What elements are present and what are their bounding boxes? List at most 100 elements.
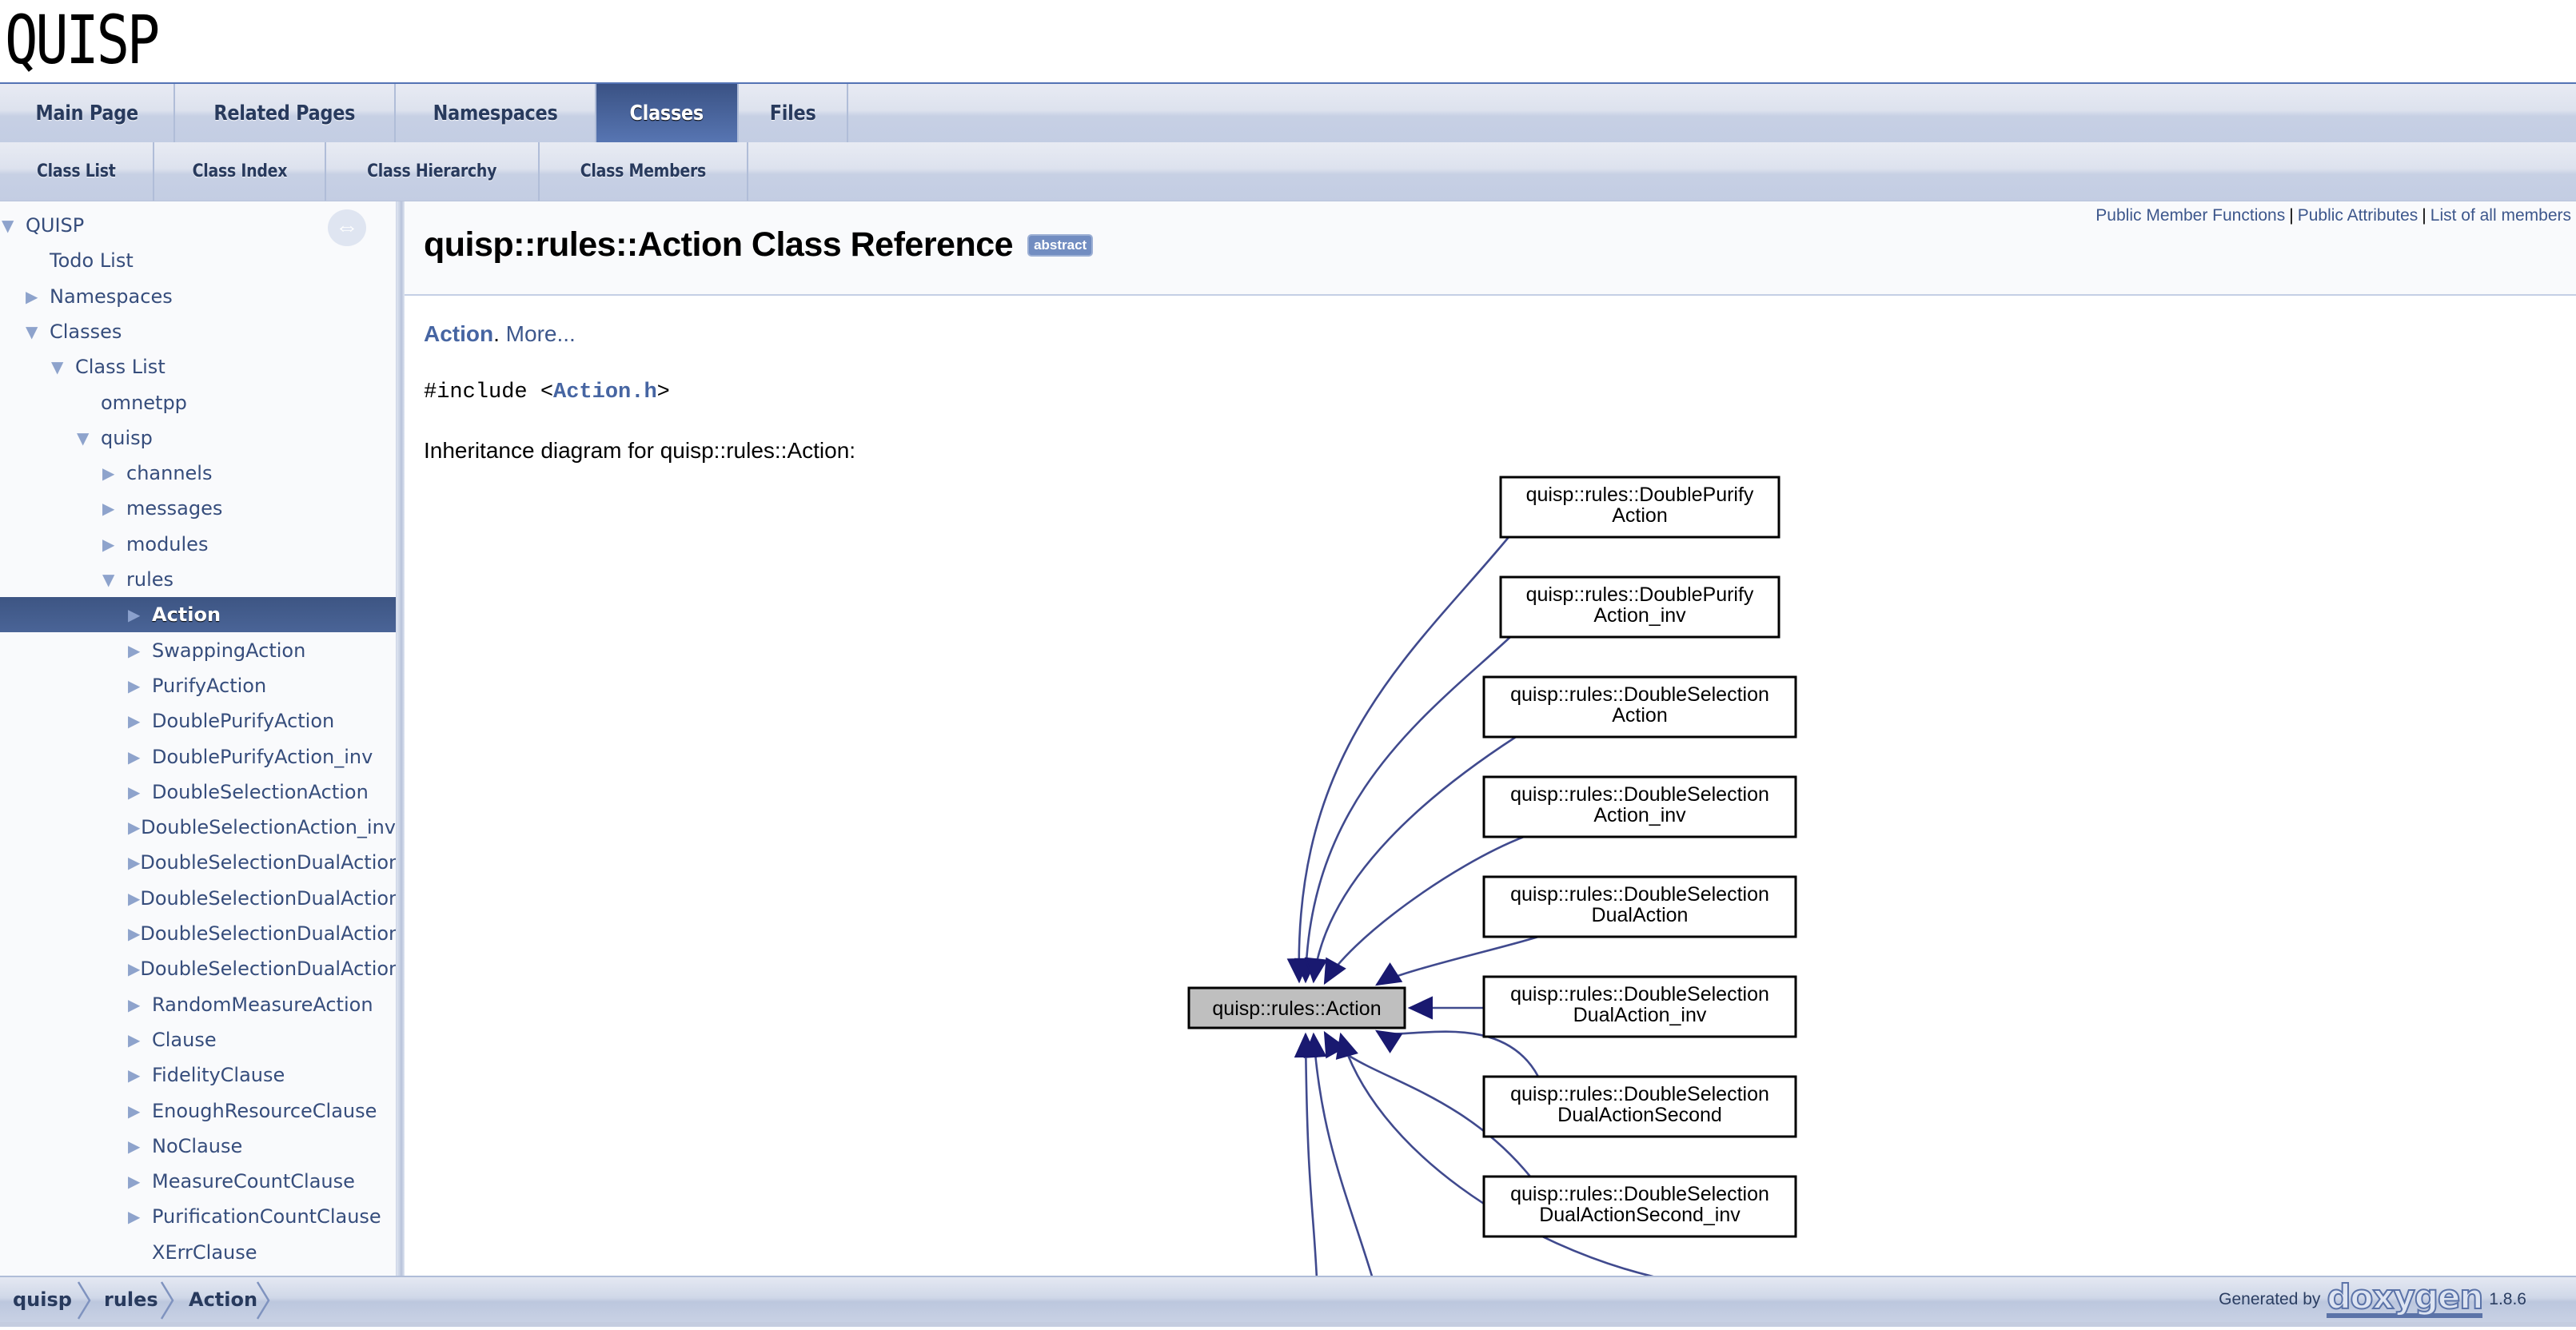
diagram-node-label: DualAction: [1592, 904, 1689, 926]
expanded-arrow-icon[interactable]: ▼: [2, 216, 26, 235]
tree-item-messages[interactable]: ▶ messages: [0, 491, 396, 526]
collapsed-arrow-icon[interactable]: ▶: [128, 1172, 152, 1191]
tree-item-channels[interactable]: ▶ channels: [0, 456, 396, 491]
tree-item-class list[interactable]: ▼ Class List: [0, 349, 396, 384]
diagram-node-derived[interactable]: quisp::rules::DoubleSelectionDualAction: [1482, 875, 1797, 938]
diagram-node-derived[interactable]: quisp::rules::DoubleSelectionDualActionS…: [1482, 1175, 1797, 1238]
tree-item-doubleselectiondualaction[interactable]: ▶ DoubleSelectionDualAction: [0, 951, 396, 986]
collapsed-arrow-icon[interactable]: ▶: [128, 1101, 152, 1121]
subtab-class-index[interactable]: Class Index: [154, 142, 327, 201]
breadcrumb-item-rules[interactable]: rules: [104, 1277, 158, 1322]
tree-item-modules[interactable]: ▶ modules: [0, 527, 396, 562]
tab-files[interactable]: Files: [739, 84, 848, 142]
tree-item-doublepurifyaction_inv[interactable]: ▶ DoublePurifyAction_inv: [0, 739, 396, 775]
collapsed-arrow-icon[interactable]: ▶: [128, 995, 152, 1014]
diagram-node-label: Action_inv: [1593, 804, 1686, 826]
collapsed-arrow-icon[interactable]: ▶: [128, 924, 140, 943]
tree-item-action[interactable]: ▶ Action: [0, 597, 396, 633]
tree-item-purificationcountclause[interactable]: ▶ PurificationCountClause: [0, 1199, 396, 1234]
collapsed-arrow-icon[interactable]: ▶: [128, 605, 152, 624]
inheritance-arrowhead: [1374, 1029, 1403, 1053]
tree-item-noclause[interactable]: ▶ NoClause: [0, 1129, 396, 1164]
tree-item-fidelityclause[interactable]: ▶ FidelityClause: [0, 1057, 396, 1093]
collapsed-arrow-icon[interactable]: ▶: [128, 1207, 152, 1226]
tree-item-quisp[interactable]: ▼ quisp: [0, 420, 396, 456]
tree-item-enoughresourceclause[interactable]: ▶ EnoughResourceClause: [0, 1093, 396, 1129]
diagram-node-label: DualActionSecond_inv: [1539, 1204, 1741, 1226]
tab-classes[interactable]: Classes: [596, 84, 739, 142]
diagram-node-derived[interactable]: quisp::rules::DoubleSelectionDualActionS…: [1482, 1075, 1797, 1138]
tree-item-doublepurifyaction[interactable]: ▶ DoublePurifyAction: [0, 703, 396, 739]
tree-item-doubleselectiondualaction[interactable]: ▶ DoubleSelectionDualAction: [0, 845, 396, 880]
collapsed-arrow-icon[interactable]: ▶: [128, 1030, 152, 1049]
expanded-arrow-icon[interactable]: ▼: [102, 570, 126, 589]
tree-item-purifyaction[interactable]: ▶ PurifyAction: [0, 668, 396, 703]
tree-item-swappingaction[interactable]: ▶ SwappingAction: [0, 633, 396, 668]
tree-item-randommeasureaction[interactable]: ▶ RandomMeasureAction: [0, 987, 396, 1022]
tree-item-label: messages: [126, 497, 223, 520]
tab-related-pages[interactable]: Related Pages: [175, 84, 396, 142]
diagram-node-derived[interactable]: quisp::rules::DoubleSelectionAction_inv: [1482, 775, 1797, 838]
sidebar-splitter[interactable]: [396, 201, 405, 1276]
collapsed-arrow-icon[interactable]: ▶: [102, 464, 126, 483]
tree-item-todo list[interactable]: Todo List: [0, 243, 396, 278]
tree-item-label: DoubleSelectionDualAction: [140, 958, 396, 981]
collapsed-arrow-icon[interactable]: ▶: [128, 1137, 152, 1156]
tree-item-omnetpp[interactable]: omnetpp: [0, 385, 396, 420]
collapsed-arrow-icon[interactable]: ▶: [128, 641, 152, 660]
tree-item-measurecountclause[interactable]: ▶ MeasureCountClause: [0, 1164, 396, 1199]
subtab-class-hierarchy[interactable]: Class Hierarchy: [326, 142, 540, 201]
subtab-class-members[interactable]: Class Members: [540, 142, 748, 201]
expanded-arrow-icon[interactable]: ▼: [51, 357, 75, 376]
collapsed-arrow-icon[interactable]: ▶: [102, 499, 126, 518]
breadcrumb-item-quisp[interactable]: quisp: [13, 1277, 72, 1322]
tab-label: Namespaces: [433, 101, 558, 125]
diagram-node-base[interactable]: quisp::rules::Action: [1187, 986, 1406, 1029]
diagram-node-derived[interactable]: quisp::rules::DoubleSelectionAction: [1482, 675, 1797, 739]
inheritance-arrowhead: [1407, 996, 1433, 1020]
diagram-node-derived[interactable]: quisp::rules::DoublePurifyAction_inv: [1499, 575, 1780, 639]
tab-namespaces[interactable]: Namespaces: [396, 84, 597, 142]
collapsed-arrow-icon[interactable]: ▶: [26, 287, 50, 306]
doxygen-version: 1.8.6: [2489, 1290, 2526, 1308]
inheritance-diagram: quisp::rules::Actionquisp::rules::Double…: [1187, 476, 1797, 1276]
inheritance-edge: [1304, 1033, 1318, 1276]
expanded-arrow-icon[interactable]: ▼: [77, 428, 101, 448]
tree-item-doubleselectiondualaction[interactable]: ▶ DoubleSelectionDualAction: [0, 916, 396, 951]
tree-item-xerrclause[interactable]: XErrClause: [0, 1235, 396, 1270]
tree-item-label: Class List: [75, 356, 165, 379]
tab-main-page[interactable]: Main Page: [0, 84, 176, 142]
tree-item-doubleselectiondualaction[interactable]: ▶ DoubleSelectionDualAction: [0, 881, 396, 916]
subtab-class-list[interactable]: Class List: [0, 142, 154, 201]
collapsed-arrow-icon[interactable]: ▶: [128, 782, 152, 802]
collapsed-arrow-icon[interactable]: ▶: [102, 535, 126, 554]
inheritance-edge: [1312, 1033, 1374, 1276]
collapsed-arrow-icon[interactable]: ▶: [128, 711, 152, 731]
title-area: QUISP: [0, 0, 2576, 84]
tree-item-clause[interactable]: ▶ Clause: [0, 1022, 396, 1057]
collapsed-arrow-icon[interactable]: ▶: [128, 818, 141, 837]
tree-item-label: MeasureCountClause: [152, 1170, 355, 1193]
footer: Generated by doxygen 1.8.6: [2219, 1277, 2526, 1322]
collapsed-arrow-icon[interactable]: ▶: [128, 853, 140, 872]
tree-item-label: quisp: [101, 426, 153, 449]
tree-item-doubleselectionaction[interactable]: ▶ DoubleSelectionAction: [0, 775, 396, 810]
tree-item-namespaces[interactable]: ▶ Namespaces: [0, 279, 396, 314]
collapsed-arrow-icon[interactable]: ▶: [128, 889, 140, 908]
tab-label: Main Page: [35, 101, 138, 125]
diagram-node-derived[interactable]: quisp::rules::DoublePurifyAction: [1499, 476, 1780, 539]
collapsed-arrow-icon[interactable]: ▶: [128, 1065, 152, 1085]
collapsed-arrow-icon[interactable]: ▶: [128, 959, 140, 978]
expanded-arrow-icon[interactable]: ▼: [26, 322, 50, 341]
collapsed-arrow-icon[interactable]: ▶: [128, 676, 152, 695]
tree-item-classes[interactable]: ▼ Classes: [0, 314, 396, 349]
breadcrumb-item-action[interactable]: Action: [189, 1277, 257, 1322]
breadcrumb-separator-icon: [160, 1281, 174, 1320]
inheritance-arrowhead: [1323, 957, 1346, 986]
collapsed-arrow-icon[interactable]: ▶: [128, 747, 152, 767]
doxygen-logo[interactable]: doxygen: [2326, 1280, 2484, 1318]
tree-item-doubleselectionaction_inv[interactable]: ▶ DoubleSelectionAction_inv: [0, 810, 396, 845]
sync-arrows-icon[interactable]: ⇔: [328, 209, 366, 246]
diagram-node-derived[interactable]: quisp::rules::DoubleSelectionDualAction_…: [1482, 975, 1797, 1038]
tree-item-rules[interactable]: ▼ rules: [0, 562, 396, 597]
